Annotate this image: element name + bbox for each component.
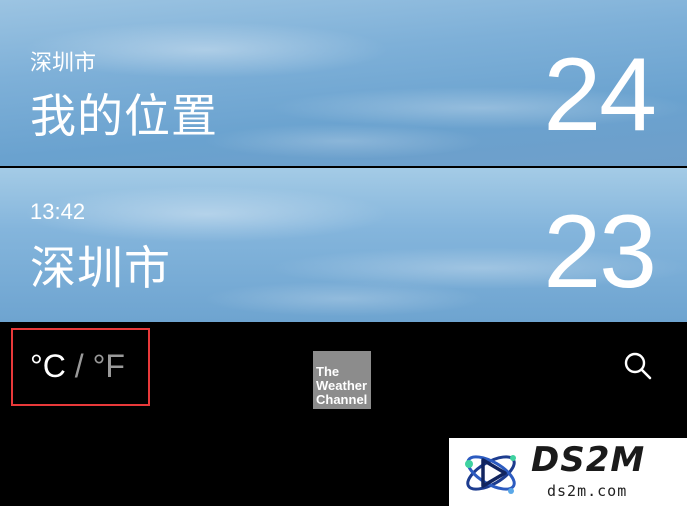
fahrenheit-label: °F bbox=[92, 348, 125, 384]
search-icon bbox=[624, 352, 652, 380]
location-name: 我的位置 bbox=[30, 90, 218, 142]
location-name: 深圳市 bbox=[30, 242, 171, 294]
location-row-shenzhen[interactable]: 13:42 深圳市 23 bbox=[0, 168, 687, 322]
watermark-title: DS2M bbox=[531, 440, 646, 480]
logo-line-2: Weather bbox=[316, 378, 368, 393]
unit-separator: / bbox=[65, 348, 93, 384]
celsius-label: °C bbox=[30, 348, 66, 384]
location-temperature: 23 bbox=[543, 194, 657, 310]
weather-channel-logo[interactable]: The Weather Channel bbox=[313, 351, 371, 409]
logo-line-3: Channel bbox=[316, 392, 368, 407]
search-button[interactable] bbox=[622, 350, 654, 382]
watermark-logo-icon bbox=[465, 455, 516, 494]
location-temperature: 24 bbox=[543, 37, 657, 153]
location-time: 13:42 bbox=[30, 199, 86, 224]
location-subtitle: 深圳市 bbox=[30, 50, 97, 75]
logo-line-1: The bbox=[316, 364, 340, 379]
watermark: DS2M ds2m.com bbox=[449, 438, 687, 506]
watermark-subtitle: ds2m.com bbox=[547, 482, 628, 500]
unit-toggle-button[interactable]: °C / °F bbox=[30, 348, 125, 385]
location-row-my-location[interactable]: 深圳市 我的位置 24 bbox=[0, 0, 687, 166]
